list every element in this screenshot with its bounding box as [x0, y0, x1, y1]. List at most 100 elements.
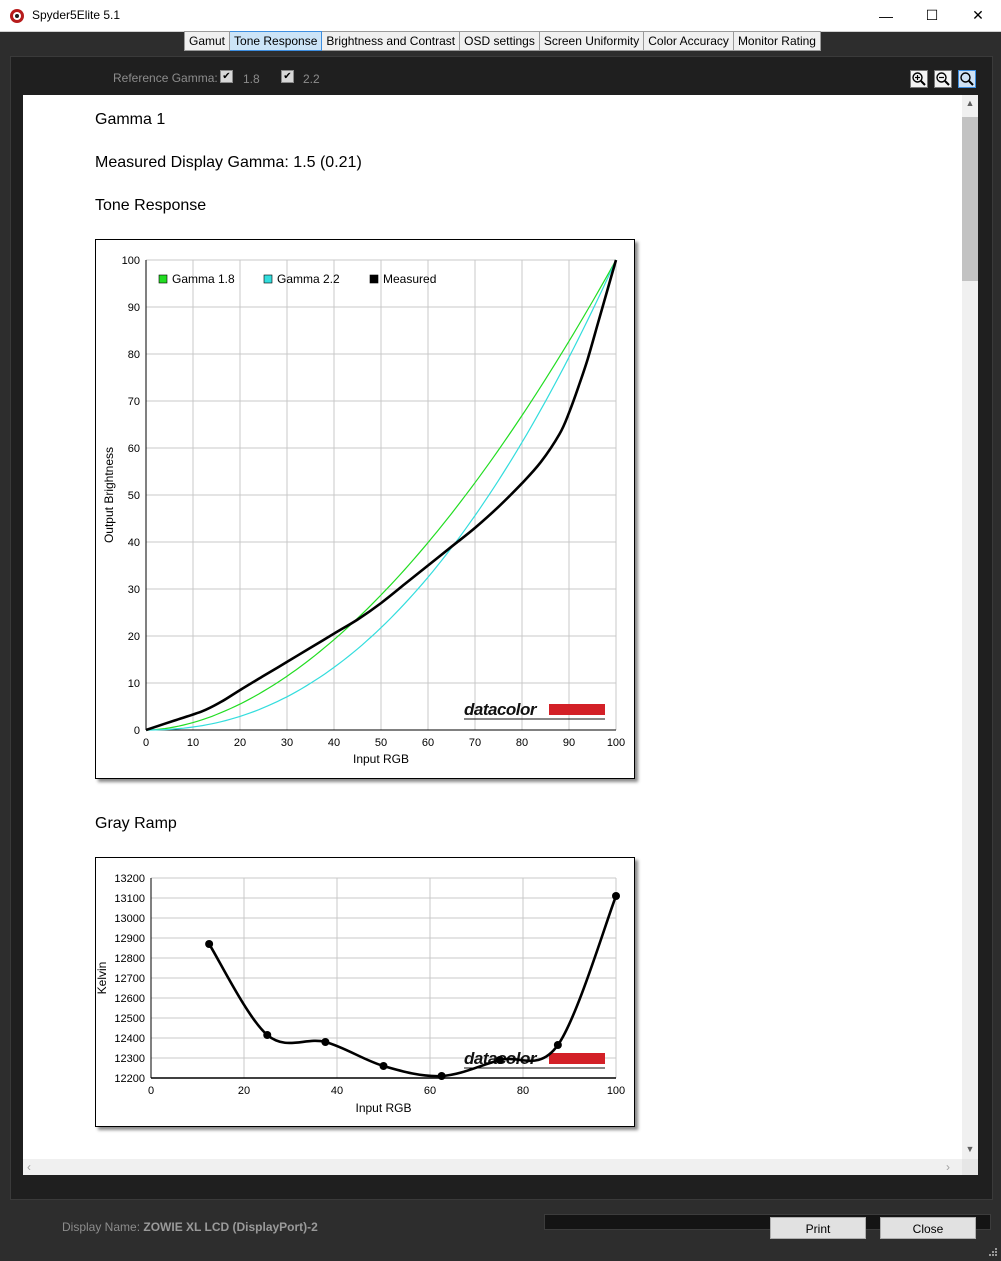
y-tick-label: 13000	[114, 913, 145, 925]
y-tick-label: 0	[134, 725, 140, 737]
title-bar	[0, 0, 1001, 32]
data-point	[553, 1041, 562, 1049]
y-tick-label: 90	[128, 302, 140, 314]
y-tick-label: 12200	[114, 1073, 145, 1085]
minimize-button[interactable]: —	[863, 0, 909, 31]
report-page: Gamma 1 Measured Display Gamma: 1.5 (0.2…	[23, 95, 962, 1159]
gamma-22-label: 2.2	[303, 72, 320, 86]
horizontal-scrollbar[interactable]	[23, 1159, 962, 1175]
tab-monitor-rating[interactable]: Monitor Rating	[733, 31, 821, 51]
scroll-right-icon[interactable]: ›	[946, 1160, 958, 1174]
y-axis-label: Output Brightness	[102, 447, 116, 543]
legend-swatch	[263, 274, 273, 284]
y-tick-label: 12400	[114, 1033, 145, 1045]
spyder-app-icon	[10, 9, 24, 23]
zoom-out-icon	[936, 72, 950, 86]
size-grip-icon[interactable]	[986, 1247, 998, 1259]
data-point	[205, 940, 214, 948]
y-tick-label: 60	[128, 443, 140, 455]
display-name-label: Display Name:	[62, 1220, 141, 1234]
legend-swatch	[369, 274, 379, 284]
zoom-out-button[interactable]	[934, 70, 952, 88]
y-tick-label: 30	[128, 584, 140, 596]
tab-gamut[interactable]: Gamut	[184, 31, 231, 51]
x-tick-label: 30	[281, 737, 293, 749]
x-tick-label: 0	[143, 737, 149, 749]
zoom-in-icon	[912, 72, 926, 86]
y-tick-label: 12500	[114, 1013, 145, 1025]
reference-gamma-label: Reference Gamma:	[113, 71, 218, 85]
x-tick-label: 70	[469, 737, 481, 749]
x-axis-label: Input RGB	[355, 1101, 411, 1115]
data-point	[495, 1056, 504, 1064]
measured-gamma-text: Measured Display Gamma: 1.5 (0.21)	[95, 154, 362, 171]
display-name: Display Name: ZOWIE XL LCD (DisplayPort)…	[62, 1220, 318, 1234]
x-tick-label: 60	[424, 1085, 436, 1097]
legend-label: Measured	[383, 272, 436, 286]
gamma-18-label: 1.8	[243, 72, 260, 86]
x-tick-label: 100	[607, 737, 625, 749]
gamma-22-checkbox[interactable]: ✔	[281, 70, 294, 83]
x-tick-label: 80	[517, 1085, 529, 1097]
display-name-value: ZOWIE XL LCD (DisplayPort)-2	[143, 1220, 318, 1234]
tab-screen-uniformity[interactable]: Screen Uniformity	[539, 31, 645, 51]
gray-datacolor-logo-bar	[549, 1053, 605, 1064]
y-tick-label: 12600	[114, 993, 145, 1005]
y-tick-label: 10	[128, 678, 140, 690]
zoom-fit-icon	[960, 72, 974, 86]
y-tick-label: 70	[128, 396, 140, 408]
y-tick-label: 12700	[114, 973, 145, 985]
scroll-left-icon[interactable]: ‹	[27, 1160, 39, 1174]
x-tick-label: 10	[187, 737, 199, 749]
data-point	[437, 1072, 446, 1080]
tab-brightness-contrast[interactable]: Brightness and Contrast	[322, 31, 461, 51]
y-axis-label: Kelvin	[96, 962, 109, 995]
tone-datacolor-logo-bar	[549, 704, 605, 715]
vertical-scroll-thumb[interactable]	[962, 117, 978, 281]
report-heading: Gamma 1	[95, 111, 166, 128]
x-tick-label: 90	[563, 737, 575, 749]
y-tick-label: 12800	[114, 953, 145, 965]
x-tick-label: 40	[328, 737, 340, 749]
scroll-down-icon[interactable]: ▼	[962, 1144, 978, 1158]
data-point	[379, 1062, 388, 1070]
report-tabs: Gamut Tone Response Brightness and Contr…	[184, 31, 821, 51]
x-tick-label: 60	[422, 737, 434, 749]
checkmark-icon: ✔	[283, 71, 292, 82]
tab-osd-settings[interactable]: OSD settings	[460, 31, 540, 51]
legend-swatch	[158, 274, 168, 284]
tone-response-title: Tone Response	[95, 197, 207, 214]
y-tick-label: 40	[128, 537, 140, 549]
y-tick-label: 50	[128, 490, 140, 502]
x-tick-label: 20	[234, 737, 246, 749]
data-point	[263, 1031, 272, 1039]
window-title: Spyder5Elite 5.1	[32, 8, 121, 22]
x-axis-label: Input RGB	[353, 752, 409, 766]
y-tick-label: 100	[122, 255, 140, 267]
y-tick-label: 12300	[114, 1053, 145, 1065]
maximize-button[interactable]: ☐	[909, 0, 955, 31]
gamma-18-checkbox[interactable]: ✔	[220, 70, 233, 83]
y-tick-label: 13200	[114, 873, 145, 885]
legend-label: Gamma 1.8	[172, 272, 235, 286]
gray-ramp-svg: 0 20 40 60 80 100 12200 12300 12400 12500 12600 127…	[95, 873, 625, 1115]
scroll-up-icon[interactable]: ▲	[962, 98, 978, 112]
print-button[interactable]: Print	[770, 1217, 866, 1239]
y-tick-label: 20	[128, 631, 140, 643]
tone-datacolor-logo-text: datacolor	[464, 700, 538, 719]
gray-ramp-title: Gray Ramp	[95, 815, 177, 832]
x-tick-label: 40	[331, 1085, 343, 1097]
tone-response-chart: 0 10 20 30 40 50 60 70 80 90 100 0 10 20 30 40 50 60 70 80 9…	[95, 239, 635, 779]
gray-ramp-chart: 0 20 40 60 80 100 12200 12300 12400 12500 12600 127…	[95, 857, 635, 1127]
x-tick-label: 50	[375, 737, 387, 749]
legend-label: Gamma 2.2	[277, 272, 340, 286]
tone-response-svg: 0 10 20 30 40 50 60 70 80 90 100 0 10 20 30 40 50 60 70 80 9…	[102, 255, 625, 766]
zoom-in-button[interactable]	[910, 70, 928, 88]
close-button[interactable]: Close	[880, 1217, 976, 1239]
x-tick-label: 80	[516, 737, 528, 749]
zoom-fit-button[interactable]	[958, 70, 976, 88]
tab-tone-response[interactable]: Tone Response	[230, 31, 323, 51]
scrollbar-corner	[962, 1159, 978, 1175]
close-window-button[interactable]: ✕	[955, 0, 1001, 31]
tab-color-accuracy[interactable]: Color Accuracy	[644, 31, 734, 51]
